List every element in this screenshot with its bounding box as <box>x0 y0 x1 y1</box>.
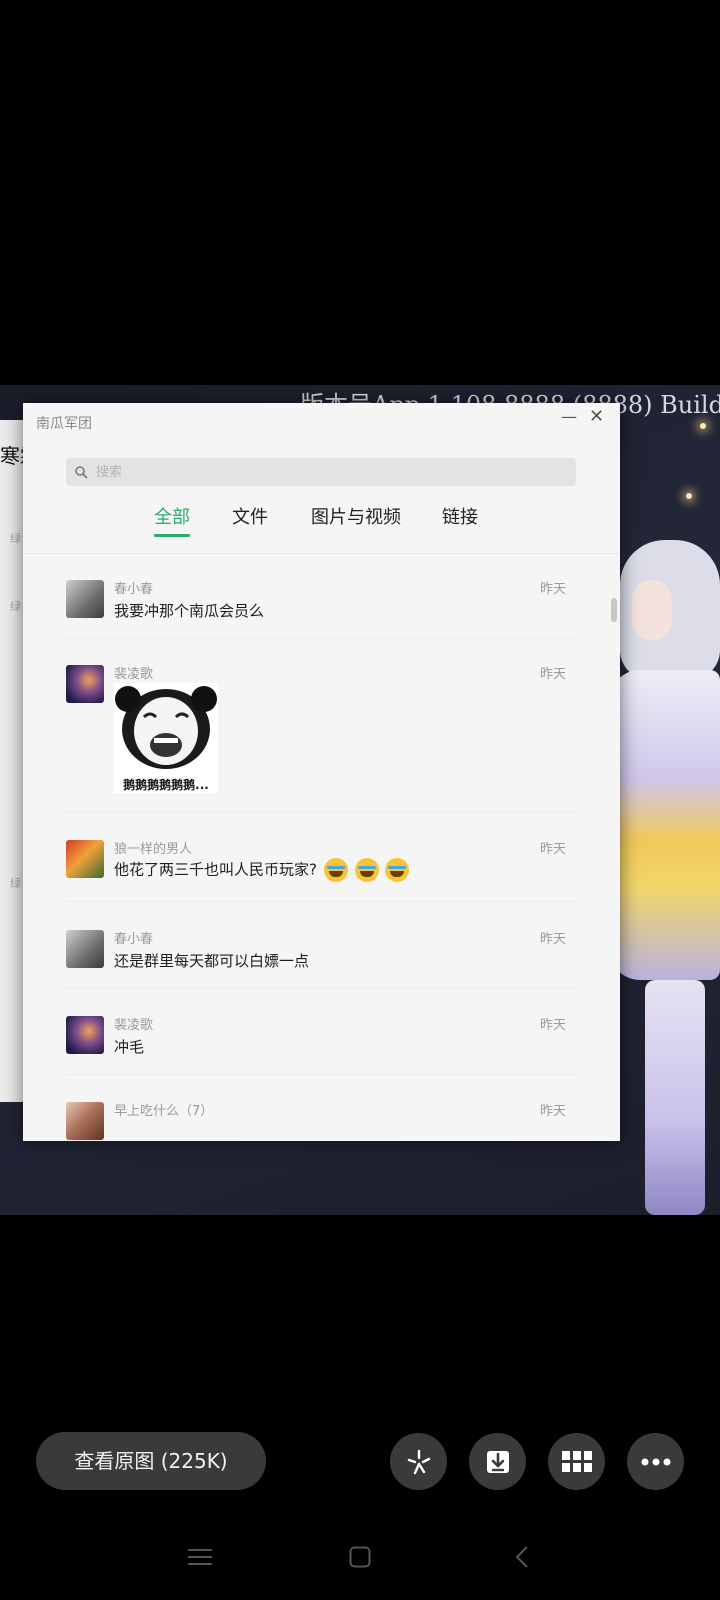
message-time: 昨天 <box>540 667 567 682</box>
message-text: 我要冲那个南瓜会员么 <box>114 602 265 620</box>
message-time: 昨天 <box>540 1018 567 1033</box>
avatar <box>66 1016 104 1054</box>
message-time: 昨天 <box>540 842 567 857</box>
message-sender: 裴凌歌 <box>114 667 154 682</box>
tab-label: 图片与视频 <box>311 507 401 528</box>
back-nav-button[interactable] <box>502 1532 542 1582</box>
filter-tabs: 全部 文件 图片与视频 链接 <box>23 503 620 543</box>
scrollbar[interactable] <box>611 598 617 622</box>
home-icon <box>349 1546 371 1568</box>
message-sender: 春小春 <box>114 932 154 947</box>
avatar <box>66 840 104 878</box>
sparkle-icon[interactable] <box>390 1433 447 1490</box>
divider <box>23 553 620 554</box>
tab-images-videos[interactable]: 图片与视频 <box>311 503 401 529</box>
left-panel-gray-text: 绿 <box>10 532 21 545</box>
divider <box>66 988 576 989</box>
tab-files[interactable]: 文件 <box>232 503 268 529</box>
grid-icon <box>561 1450 592 1472</box>
panda-meme-sticker[interactable]: 鹅鹅鹅鹅鹅鹅... <box>114 683 218 793</box>
sticker-caption: 鹅鹅鹅鹅鹅鹅... <box>123 778 209 792</box>
message-text: 他花了两三千也叫人民币玩家? <box>114 860 317 879</box>
message-time: 昨天 <box>540 1104 567 1119</box>
minimize-icon[interactable]: — <box>561 407 577 426</box>
active-tab-indicator <box>154 534 190 537</box>
laugh-cry-emoji-icon <box>323 858 348 882</box>
left-panel-gray-text: 绿 <box>10 877 21 890</box>
message-time: 昨天 <box>540 932 567 947</box>
tab-label: 全部 <box>154 507 190 528</box>
tab-label: 链接 <box>442 507 478 528</box>
close-icon[interactable]: ✕ <box>589 406 604 427</box>
search-icon <box>75 466 88 479</box>
grid-button[interactable] <box>548 1433 605 1490</box>
message-sender: 裴凌歌 <box>114 1018 154 1033</box>
window-title: 南瓜军团 <box>36 416 92 432</box>
tab-label: 文件 <box>232 507 268 528</box>
sparkle-light <box>686 493 692 499</box>
view-original-button[interactable]: 查看原图 (225K) <box>36 1432 266 1490</box>
message-sender: 狼一样的男人 <box>114 842 193 857</box>
menu-icon <box>188 1549 212 1565</box>
avatar <box>66 580 104 618</box>
divider <box>66 901 576 902</box>
laugh-cry-emoji-icon <box>354 858 379 882</box>
back-icon <box>515 1546 528 1568</box>
avatar <box>66 930 104 968</box>
divider <box>66 811 576 812</box>
download-icon <box>486 1450 509 1473</box>
message-time: 昨天 <box>540 582 567 597</box>
system-navigation-bar <box>0 1532 720 1582</box>
left-panel-gray-text: 绿 <box>10 600 21 613</box>
search-input[interactable] <box>94 463 558 481</box>
message-sender: 早上吃什么（7） <box>114 1104 214 1119</box>
avatar <box>66 1102 104 1140</box>
chat-history-window: 南瓜军团 — ✕ 全部 文件 图片与视频 链接 春小春 昨天 我要冲那个南瓜会员… <box>23 403 620 1141</box>
divider <box>66 1074 576 1075</box>
more-button[interactable] <box>627 1433 684 1490</box>
laugh-cry-emoji-icon <box>385 858 410 882</box>
panda-face-image <box>115 686 217 769</box>
image-viewer-toolbar: 查看原图 (225K) <box>0 1432 720 1490</box>
tab-links[interactable]: 链接 <box>442 503 478 529</box>
message-sender: 春小春 <box>114 582 154 597</box>
download-button[interactable] <box>469 1433 526 1490</box>
sparkle-icon <box>407 1449 430 1474</box>
message-text: 还是群里每天都可以白嫖一点 <box>114 952 310 970</box>
more-icon <box>641 1458 670 1465</box>
message-text: 冲毛 <box>114 1038 145 1056</box>
search-bar[interactable] <box>66 458 576 486</box>
avatar <box>66 665 104 703</box>
tab-all[interactable]: 全部 <box>154 503 190 537</box>
divider <box>66 638 576 639</box>
menu-nav-button[interactable] <box>180 1532 220 1582</box>
home-nav-button[interactable] <box>340 1532 380 1582</box>
